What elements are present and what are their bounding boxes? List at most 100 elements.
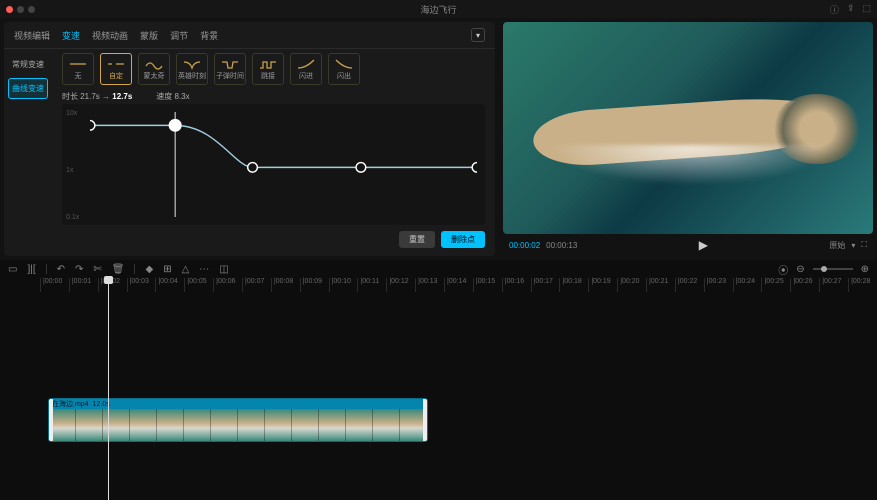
toolbar-right: ⦿ ⊖ ⊕	[778, 262, 869, 277]
delete-point-button[interactable]: 删除点	[441, 231, 485, 248]
time-ruler[interactable]: |00:00|00:01|00:02|00:03|00:04|00:05|00:…	[0, 278, 877, 292]
zoom-out-icon[interactable]: ⊖	[796, 264, 804, 275]
titlebar: 海边飞行 ⓘ ⇪ ⬚	[0, 0, 877, 18]
cut-icon[interactable]: ✄	[93, 264, 101, 275]
preview-time-current: 00:00:02	[509, 241, 540, 250]
curve-buttons: 重置 删除点	[62, 231, 485, 248]
max-dot[interactable]	[28, 6, 35, 13]
reset-button[interactable]: 重置	[399, 231, 435, 248]
preset-闪进[interactable]: 闪进	[290, 53, 322, 85]
min-dot[interactable]	[17, 6, 24, 13]
tab-speed[interactable]: 变速	[62, 29, 80, 42]
preset-蒙太奇[interactable]: 蒙太奇	[138, 53, 170, 85]
clip-thumb	[346, 409, 373, 441]
ruler-tick: |00:24	[733, 278, 762, 292]
preset-无[interactable]: 无	[62, 53, 94, 85]
close-dot[interactable]	[6, 6, 13, 13]
warn-icon[interactable]: △	[182, 264, 190, 275]
clip-header: 在海边.mp4 12.0s	[49, 399, 427, 409]
speed-curve-path	[90, 125, 477, 167]
preview-ratio[interactable]: 原始	[829, 240, 845, 251]
clip-trim-left[interactable]	[49, 399, 53, 441]
clip-thumbnails	[49, 409, 427, 441]
preset-跳接[interactable]: 跳接	[252, 53, 284, 85]
preset-自定[interactable]: 自定	[100, 53, 132, 85]
ruler-tick: |00:09	[300, 278, 329, 292]
curve-node-4[interactable]	[472, 163, 477, 173]
ruler-tick: |00:07	[242, 278, 271, 292]
sep	[134, 264, 135, 274]
clip-trim-right[interactable]	[423, 399, 427, 441]
clip-thumb	[130, 409, 157, 441]
preset-子弹时间[interactable]: 子弹时间	[214, 53, 246, 85]
ruler-tick: |00:27	[819, 278, 848, 292]
video-clip[interactable]: 在海边.mp4 12.0s	[48, 398, 428, 442]
snap-icon[interactable]: ⦿	[778, 262, 788, 277]
tabs-collapse-icon[interactable]: ▾	[471, 28, 485, 42]
timeline-playhead[interactable]	[108, 278, 109, 500]
speed-readout: 时长 21.7s → 12.7s 速度 8.3x	[62, 91, 485, 102]
curve-node-2[interactable]	[248, 163, 258, 173]
preview-time-duration: 00:00:13	[546, 241, 577, 250]
info-icon[interactable]: ⓘ	[830, 3, 839, 16]
ruler-tick: |00:16	[502, 278, 531, 292]
curve-canvas[interactable]	[90, 112, 477, 217]
redo-icon[interactable]: ↷	[75, 264, 83, 275]
tab-adjust[interactable]: 调节	[170, 29, 188, 42]
ruler-tick: |00:00	[40, 278, 69, 292]
timeline: ▭ ]|[ ↶ ↷ ✄ 🗑 ◆ ⊞ △ ⋯ ◫ ⦿ ⊖ ⊕ |00:00|00:…	[0, 260, 877, 500]
ruler-tick: |00:11	[357, 278, 386, 292]
clip-thumb	[373, 409, 400, 441]
clip-thumb	[319, 409, 346, 441]
tab-video-edit[interactable]: 视频编辑	[14, 29, 50, 42]
tab-animation[interactable]: 视频动画	[92, 29, 128, 42]
play-button[interactable]: ▶	[699, 238, 708, 252]
ruler-tick: |00:06	[213, 278, 242, 292]
export-icon[interactable]: ⬚	[862, 3, 871, 16]
more-icon[interactable]: ⋯	[199, 264, 209, 275]
ruler-tick: |00:20	[617, 278, 646, 292]
preset-闪出[interactable]: 闪出	[328, 53, 360, 85]
marker-icon[interactable]: ◆	[145, 264, 153, 275]
speed-readout-val: 速度 8.3x	[156, 91, 189, 102]
preset-英雄时刻[interactable]: 英雄时刻	[176, 53, 208, 85]
undo-icon[interactable]: ↶	[57, 264, 65, 275]
speed-tab-normal[interactable]: 常规变速	[8, 55, 48, 74]
zoom-in-icon[interactable]: ⊕	[861, 264, 869, 275]
timeline-toolbar: ▭ ]|[ ↶ ↷ ✄ 🗑 ◆ ⊞ △ ⋯ ◫ ⦿ ⊖ ⊕	[0, 260, 877, 278]
ruler-tick: |00:23	[704, 278, 733, 292]
group-icon[interactable]: ⊞	[163, 264, 171, 275]
ylab-1x: 1x	[66, 167, 73, 174]
share-icon[interactable]: ⇪	[847, 3, 855, 16]
preview-panel: 00:00:02 00:00:13 ▶ 原始 ▾ ⛶	[503, 22, 873, 256]
split-tool-icon[interactable]: ]|[	[27, 264, 35, 275]
select-tool-icon[interactable]: ▭	[8, 264, 17, 275]
speed-presets: 无自定蒙太奇英雄时刻子弹时间跳接闪进闪出	[62, 53, 485, 85]
curve-node-1[interactable]	[169, 120, 181, 131]
curve-node-0[interactable]	[90, 121, 95, 131]
clip-thumb	[76, 409, 103, 441]
speed-curve-graph[interactable]: 10x 1x 0.1x	[62, 104, 485, 225]
speed-sidebar: 常规变速 曲线变速	[4, 49, 52, 256]
speed-tab-curve[interactable]: 曲线变速	[8, 78, 48, 99]
curve-node-3[interactable]	[356, 163, 366, 173]
ruler-tick: |00:13	[415, 278, 444, 292]
ruler-tick: |00:03	[127, 278, 156, 292]
ruler-tick: |00:18	[559, 278, 588, 292]
chevron-down-icon[interactable]: ▾	[851, 241, 855, 250]
clip-thumb	[292, 409, 319, 441]
ruler-tick: |00:15	[473, 278, 502, 292]
delete-icon[interactable]: 🗑	[112, 264, 125, 275]
ruler-tick: |00:14	[444, 278, 473, 292]
tab-background[interactable]: 背景	[200, 29, 218, 42]
clip-name: 在海边.mp4	[52, 399, 89, 409]
clip-thumb	[184, 409, 211, 441]
track-area[interactable]: + 在海边.mp4 12.0s	[0, 292, 877, 500]
preview-canvas[interactable]	[503, 22, 873, 234]
sep	[46, 264, 47, 274]
window-title: 海边飞行	[420, 3, 456, 16]
crop-icon[interactable]: ◫	[219, 264, 228, 275]
fullscreen-icon[interactable]: ⛶	[861, 240, 867, 250]
tab-mask[interactable]: 蒙版	[140, 29, 158, 42]
zoom-slider[interactable]	[813, 268, 853, 270]
